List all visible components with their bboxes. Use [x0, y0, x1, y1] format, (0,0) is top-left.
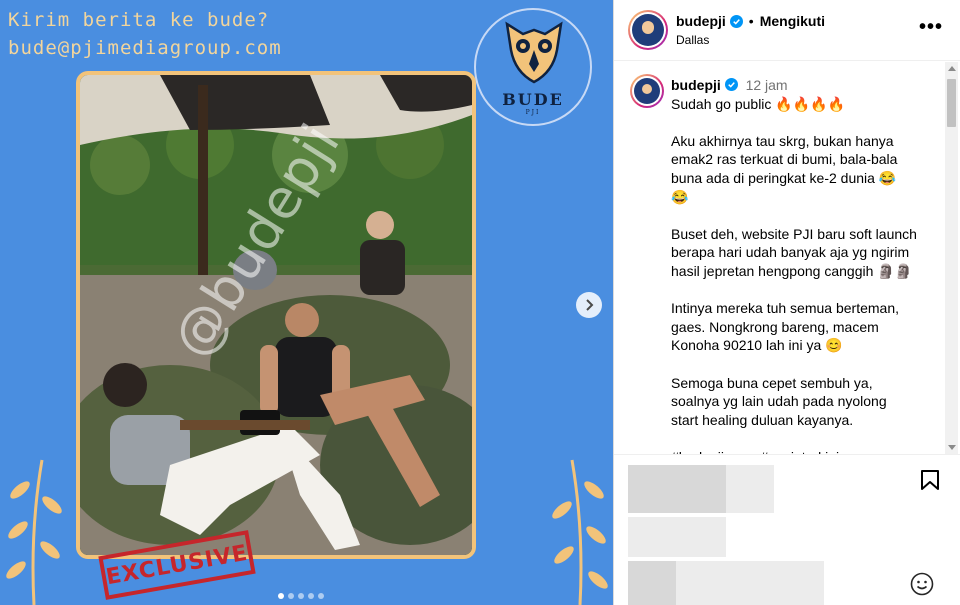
loading-placeholder [628, 465, 726, 513]
caption-line: soalnya yg lain udah pada nyolong [671, 393, 887, 410]
caption-line: Intinya mereka tuh semua berteman, [671, 300, 900, 317]
carousel-next-button[interactable] [576, 292, 602, 318]
caption-body: Sudah go public 🔥🔥🔥🔥 Aku akhirnya tau skr… [671, 95, 941, 454]
bude-logo: BUDE PJI [474, 8, 592, 126]
post-side-panel: budepji • Mengikuti Dallas ••• budepji 1… [613, 0, 960, 605]
caption-heading: budepji 12 jam [671, 76, 941, 95]
author-username[interactable]: budepji [676, 13, 726, 29]
post-header: budepji • Mengikuti Dallas ••• [614, 0, 960, 61]
caption-line: hasil jepretan hengpong canggih 🗿🗿 [671, 262, 913, 279]
laurel-left-icon [6, 459, 62, 605]
post-media[interactable]: Kirim berita ke bude? bude@pjimediagroup… [0, 0, 613, 605]
caption-line: 😂 [671, 188, 689, 205]
caption-timestamp: 12 jam [745, 77, 788, 93]
more-options-icon[interactable]: ••• [919, 17, 943, 37]
promo-email: bude@pjimediagroup.com [8, 37, 282, 59]
loading-placeholder [628, 561, 676, 605]
scroll-down-icon[interactable] [948, 445, 956, 450]
post-location[interactable]: Dallas [676, 33, 709, 47]
caption-line: start healing duluan kayanya. [671, 411, 854, 428]
carousel-dot [308, 593, 314, 599]
logo-subtext: PJI [525, 109, 541, 116]
post-photo: @budepji [76, 71, 476, 559]
caption-line: gaes. Nongkrong bareng, macem [671, 318, 879, 335]
owl-icon [505, 21, 563, 84]
author-name-row: budepji • Mengikuti [676, 13, 825, 29]
scrollbar-thumb[interactable] [947, 79, 956, 127]
caption-line: Semoga buna cepet sembuh ya, [671, 374, 873, 391]
verified-badge-icon [724, 78, 738, 91]
promo-text: Kirim berita ke bude? [8, 9, 270, 31]
instagram-post-view: Kirim berita ke bude? bude@pjimediagroup… [0, 0, 960, 605]
post-actions-area [614, 454, 960, 605]
carousel-dot [288, 593, 294, 599]
caption-line: Sudah go public 🔥🔥🔥🔥 [671, 95, 846, 112]
caption-username[interactable]: budepji [671, 77, 721, 93]
caption-line: Konoha 90210 lah ini ya 😊 [671, 337, 843, 354]
caption-line: berapa hari udah banyak aja yg ngirim [671, 244, 910, 261]
caption-section: budepji 12 jam Sudah go public 🔥🔥🔥🔥 Aku a… [614, 62, 960, 454]
emoji-icon[interactable] [910, 572, 934, 596]
caption-line: Aku akhirnya tau skrg, bukan hanya [671, 132, 894, 149]
caption-text: budepji 12 jam Sudah go public 🔥🔥🔥🔥 Aku a… [671, 76, 941, 454]
caption-line: Buset deh, website PJI baru soft launch [671, 225, 917, 242]
chevron-right-icon [586, 299, 594, 311]
following-button[interactable]: Mengikuti [760, 13, 825, 29]
carousel-dot [278, 593, 284, 599]
scroll-up-icon[interactable] [948, 66, 956, 71]
carousel-indicator [278, 593, 324, 599]
loading-placeholder [628, 517, 726, 557]
caption-scrollbar[interactable] [945, 62, 958, 454]
caption-avatar[interactable] [630, 74, 664, 108]
carousel-dot [318, 593, 324, 599]
logo-wordmark: BUDE [502, 90, 564, 109]
caption-line: emak2 ras terkuat di bumi, bala-bala [671, 151, 898, 168]
caption-line: buna ada di peringkat ke-2 dunia 😂 [671, 169, 897, 186]
laurel-right-icon [552, 459, 608, 605]
verified-badge-icon [729, 14, 743, 28]
author-avatar[interactable] [628, 10, 668, 50]
bookmark-icon[interactable] [920, 469, 940, 491]
carousel-dot [298, 593, 304, 599]
separator-dot: • [748, 13, 754, 29]
